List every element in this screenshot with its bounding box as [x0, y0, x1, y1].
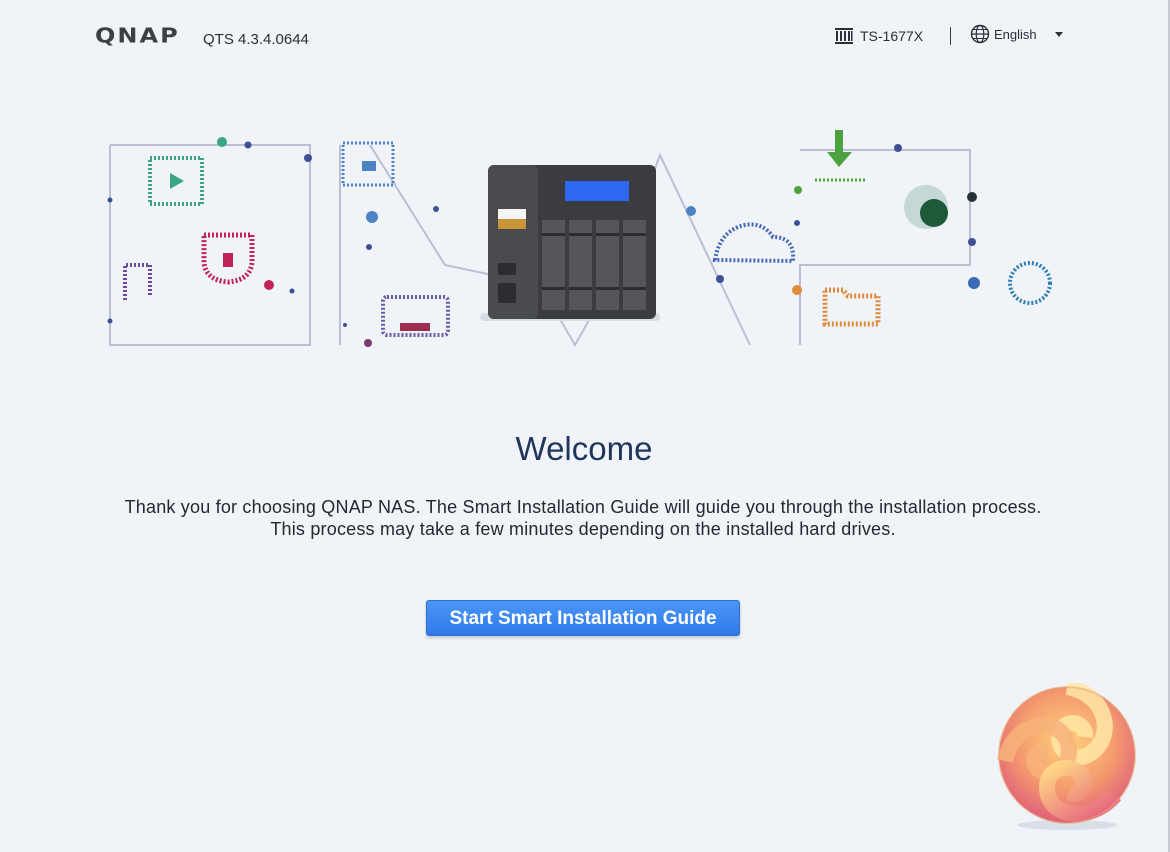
welcome-title: Welcome [515, 430, 653, 467]
header-divider [950, 27, 951, 45]
device-model-label: TS-1677X [860, 28, 924, 44]
caret-down-icon [1054, 31, 1063, 37]
language-label: English [994, 26, 1037, 42]
start-installation-button[interactable]: Start Smart Installation Guide [426, 600, 740, 636]
language-selector[interactable]: English [970, 24, 1063, 44]
device-model: TS-1677X [834, 26, 923, 46]
swirl-logo-icon [997, 683, 1136, 830]
os-version: QTS 4.3.4.0644 [203, 31, 309, 48]
welcome-page: QNAP QTS 4.3.4.0644 TS-1677X English Wel… [0, 0, 1170, 852]
server-rack-icon [835, 28, 853, 44]
nas-illustration [107, 130, 1052, 348]
qnap-logo: QNAP [95, 24, 180, 48]
globe-icon [970, 24, 990, 44]
welcome-description: Thank you for choosing QNAP NAS. The Sma… [124, 497, 1042, 539]
